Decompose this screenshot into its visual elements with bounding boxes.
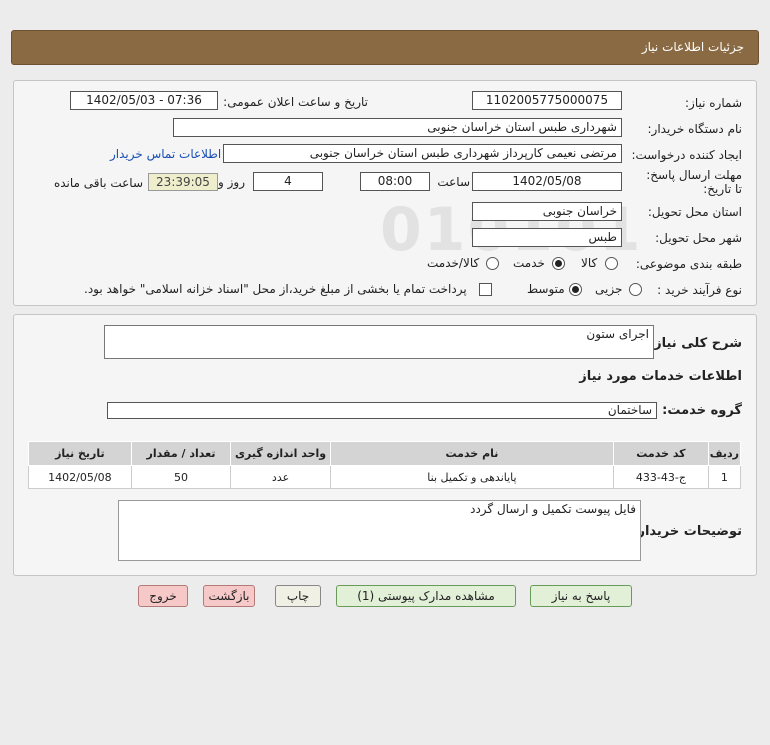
category-goods-radio[interactable]: [605, 257, 618, 270]
category-goods-label: کالا: [581, 256, 598, 270]
cell-unit: عدد: [230, 465, 331, 489]
back-button[interactable]: بازگشت: [203, 585, 255, 607]
service-group-field: ساختمان: [107, 402, 657, 419]
deadline-label: مهلت ارسال پاسخ: تا تاریخ:: [646, 168, 742, 196]
col-row-number: ردیف: [707, 441, 742, 466]
category-service-radio[interactable]: [552, 257, 565, 270]
col-service-name: نام خدمت: [329, 441, 615, 466]
creator-label: ایجاد کننده درخواست:: [631, 148, 742, 162]
col-unit: واحد اندازه گیری: [230, 441, 331, 466]
remaining-timer: 23:39:05: [148, 173, 218, 191]
cell-row-number: 1: [707, 465, 742, 489]
days-field: 4: [253, 172, 323, 191]
print-button[interactable]: چاپ: [275, 585, 321, 607]
category-label: طبقه بندی موضوعی:: [635, 257, 742, 271]
cell-service-code: ج-43-433: [613, 465, 709, 489]
service-group-label: گروه خدمت:: [662, 403, 742, 418]
services-title: اطلاعات خدمات مورد نیاز: [579, 369, 742, 384]
category-goods-service-radio[interactable]: [486, 257, 499, 270]
cell-quantity: 50: [130, 465, 232, 489]
province-field: خراسان جنوبی: [472, 202, 622, 221]
category-service-label: خدمت: [513, 256, 545, 270]
col-quantity: تعداد / مقدار: [130, 441, 232, 466]
cell-need-date: 1402/05/08: [28, 465, 132, 489]
purchase-type-label: نوع فرآیند خرید :: [657, 283, 742, 297]
reply-button[interactable]: پاسخ به نیاز: [530, 585, 632, 607]
attachments-button[interactable]: مشاهده مدارک پیوستی (1): [336, 585, 516, 607]
category-goods-service-label: کالا/خدمت: [427, 256, 480, 270]
purchase-minor-label: جزیی: [595, 282, 623, 296]
purchase-medium-label: متوسط: [527, 282, 565, 296]
general-desc-field: اجرای ستون: [104, 325, 654, 359]
col-service-code: کد خدمت: [613, 441, 709, 466]
general-desc-label: شرح کلی نیاز:: [648, 336, 742, 351]
deadline-time-field: 08:00: [360, 172, 430, 191]
table-row: 1 ج-43-433 پایاندهی و تکمیل بنا عدد 50 1…: [28, 465, 742, 489]
buyer-org-label: نام دستگاه خریدار:: [647, 122, 743, 136]
cell-service-name: پایاندهی و تکمیل بنا: [329, 465, 615, 489]
exit-button[interactable]: خروج: [138, 585, 188, 607]
page-header: جزئیات اطلاعات نیاز: [11, 30, 759, 65]
services-table: ردیف کد خدمت نام خدمت واحد اندازه گیری ت…: [28, 441, 742, 489]
province-label: استان محل تحویل:: [647, 205, 742, 219]
purchase-medium-radio[interactable]: [569, 283, 582, 296]
need-number-field: 1102005775000075: [472, 91, 622, 110]
city-label: شهر محل تحویل:: [655, 231, 742, 245]
purchase-minor-radio[interactable]: [629, 283, 642, 296]
announce-field: 1402/05/03 - 07:36: [70, 91, 218, 110]
city-field: طبس: [472, 228, 622, 247]
buyer-notes-label: توضیحات خریدار:: [632, 524, 742, 539]
services-table-wrapper: ردیف کد خدمت نام خدمت واحد اندازه گیری ت…: [28, 441, 742, 489]
time-label: ساعت: [437, 175, 470, 189]
page-title: جزئیات اطلاعات نیاز: [641, 40, 744, 54]
need-number-label: شماره نیاز:: [685, 96, 742, 110]
contact-buyer-link[interactable]: اطلاعات تماس خریدار: [110, 147, 221, 161]
table-header-row: ردیف کد خدمت نام خدمت واحد اندازه گیری ت…: [28, 441, 742, 466]
treasury-payment-note: پرداخت تمام یا بخشی از مبلغ خرید،از محل …: [84, 282, 467, 296]
days-label: روز و: [218, 175, 245, 189]
creator-field: مرتضی نعیمی کارپرداز شهرداری طبس استان خ…: [223, 144, 622, 163]
remaining-label: ساعت باقی مانده: [53, 176, 143, 190]
buyer-org-field: شهرداری طبس استان خراسان جنوبی: [173, 118, 622, 137]
announce-label: تاریخ و ساعت اعلان عمومی:: [223, 95, 368, 109]
treasury-payment-checkbox[interactable]: [479, 283, 492, 296]
deadline-date-field: 1402/05/08: [472, 172, 622, 191]
col-need-date: تاریخ نیاز: [28, 441, 132, 466]
buyer-notes-field: فایل پیوست تکمیل و ارسال گردد: [118, 500, 641, 561]
